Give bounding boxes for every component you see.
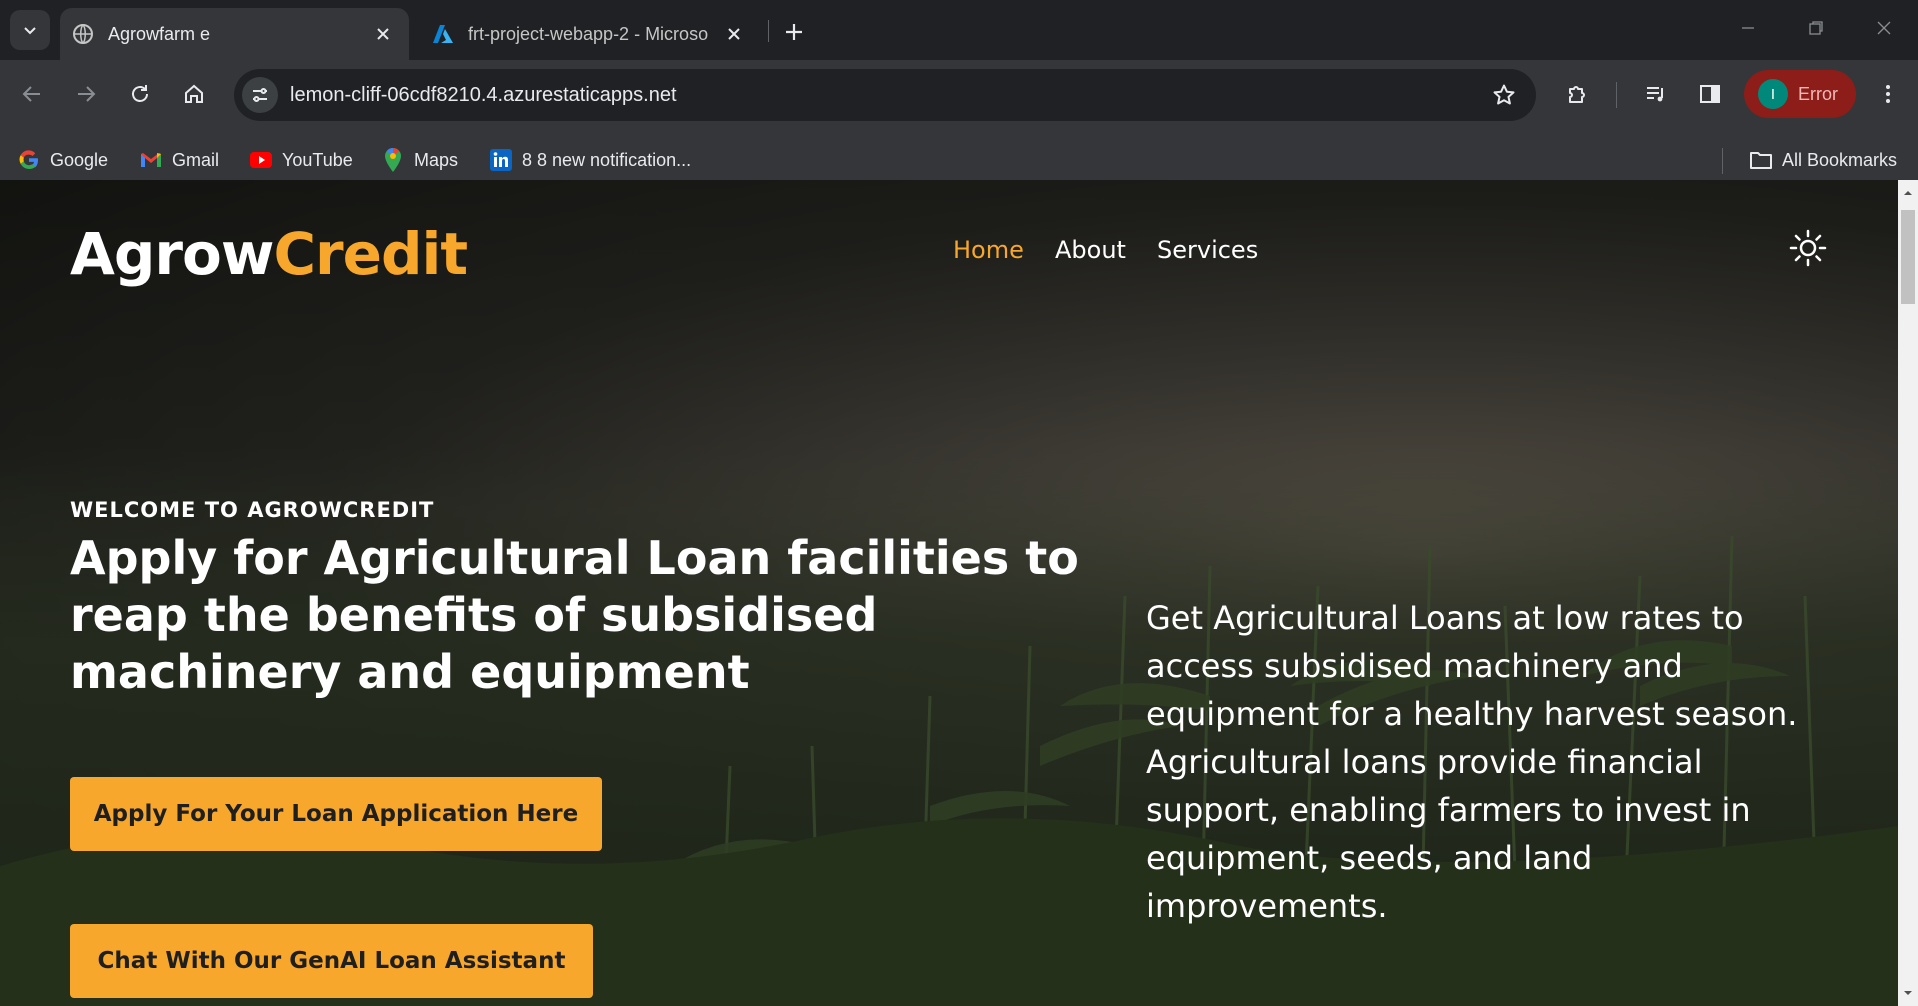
plus-icon bbox=[786, 24, 802, 40]
tab-search-button[interactable] bbox=[10, 10, 50, 50]
all-bookmarks-label: All Bookmarks bbox=[1782, 149, 1898, 170]
new-tab-button[interactable] bbox=[776, 14, 812, 50]
chevron-down-icon bbox=[24, 27, 36, 35]
minimize-button[interactable] bbox=[1716, 6, 1780, 50]
bookmark-label: 8 8 new notification... bbox=[522, 149, 692, 170]
globe-icon bbox=[72, 23, 94, 45]
reload-button[interactable] bbox=[118, 72, 162, 116]
page-scrollbar[interactable] bbox=[1898, 180, 1918, 1006]
apply-loan-button[interactable]: Apply For Your Loan Application Here bbox=[70, 777, 602, 851]
close-window-button[interactable] bbox=[1852, 6, 1916, 50]
folder-icon bbox=[1748, 147, 1774, 173]
forward-button[interactable] bbox=[64, 72, 108, 116]
bookmark-star-button[interactable] bbox=[1490, 81, 1518, 109]
nav-about[interactable]: About bbox=[1055, 236, 1126, 264]
hero-description: Get Agricultural Loans at low rates to a… bbox=[1146, 599, 1798, 925]
maps-icon bbox=[380, 147, 406, 173]
profile-button[interactable]: I Error bbox=[1744, 70, 1856, 118]
side-panel-button[interactable] bbox=[1688, 72, 1732, 116]
tune-icon bbox=[253, 88, 267, 102]
toolbar-divider bbox=[1616, 82, 1617, 108]
tab-divider bbox=[768, 20, 769, 42]
bookmark-label: Maps bbox=[414, 149, 459, 170]
address-bar[interactable]: lemon-cliff-06cdf8210.4.azurestaticapps.… bbox=[234, 69, 1536, 121]
linkedin-icon bbox=[488, 147, 514, 173]
puzzle-icon bbox=[1569, 86, 1585, 103]
hero-headline: Apply for Agricultural Loan facilities t… bbox=[70, 531, 1079, 699]
menu-button[interactable] bbox=[1866, 72, 1910, 116]
media-control-button[interactable] bbox=[1634, 72, 1678, 116]
scrollbar-thumb[interactable] bbox=[1901, 210, 1915, 304]
back-button[interactable] bbox=[10, 72, 54, 116]
avatar: I bbox=[1758, 79, 1788, 109]
arrow-right-icon bbox=[78, 86, 96, 102]
bookmark-label: YouTube bbox=[282, 149, 353, 170]
bookmark-maps[interactable]: Maps bbox=[380, 144, 458, 176]
sun-icon bbox=[1789, 229, 1827, 267]
home-button[interactable] bbox=[172, 72, 216, 116]
tab-title: Agrowfarm e bbox=[108, 23, 211, 44]
arrow-left-icon bbox=[22, 86, 40, 102]
nav-services[interactable]: Services bbox=[1157, 236, 1258, 264]
url-text: lemon-cliff-06cdf8210.4.azurestaticapps.… bbox=[290, 84, 677, 106]
bookmark-linkedin[interactable]: 8 8 new notification... bbox=[488, 144, 691, 176]
reload-icon bbox=[132, 85, 148, 102]
profile-status: Error bbox=[1798, 83, 1838, 104]
more-vert-icon bbox=[1886, 85, 1890, 103]
logo-text-primary: Agrow bbox=[70, 220, 274, 288]
chat-assistant-button[interactable]: Chat With Our GenAI Loan Assistant bbox=[70, 924, 593, 998]
close-icon bbox=[1877, 21, 1891, 35]
azure-icon bbox=[432, 23, 454, 45]
logo-text-accent: Credit bbox=[273, 220, 468, 288]
restore-icon bbox=[1809, 21, 1823, 35]
close-icon[interactable] bbox=[720, 20, 748, 48]
browser-titlebar: Agrowfarm e frt-project-webapp-2 - Micro… bbox=[0, 0, 1918, 60]
close-icon[interactable] bbox=[369, 20, 397, 48]
star-icon bbox=[1493, 84, 1515, 105]
site-info-button[interactable] bbox=[242, 77, 278, 113]
bookmark-google[interactable]: Google bbox=[16, 144, 108, 176]
nav-home[interactable]: Home bbox=[953, 236, 1024, 264]
minimize-icon bbox=[1742, 27, 1754, 29]
gmail-icon bbox=[138, 147, 164, 173]
restore-button[interactable] bbox=[1784, 6, 1848, 50]
side-panel-icon bbox=[1700, 85, 1720, 103]
tab-title: frt-project-webapp-2 - Microso bbox=[468, 23, 709, 44]
all-bookmarks-button[interactable]: All Bookmarks bbox=[1748, 144, 1897, 176]
bookmark-label: Google bbox=[50, 149, 109, 170]
theme-toggle-button[interactable] bbox=[1788, 228, 1828, 268]
youtube-icon bbox=[248, 147, 274, 173]
extensions-button[interactable] bbox=[1556, 72, 1600, 116]
hero-section: AgrowCredit Home About Services WELCOME … bbox=[0, 180, 1898, 1006]
hero-eyebrow: WELCOME TO AGROWCREDIT bbox=[70, 498, 435, 522]
tab-frt-project[interactable]: frt-project-webapp-2 - Microso bbox=[420, 8, 760, 60]
queue-music-icon bbox=[1647, 87, 1663, 102]
bookmark-youtube[interactable]: YouTube bbox=[248, 144, 353, 176]
bookmark-label: Gmail bbox=[172, 149, 220, 170]
browser-toolbar: lemon-cliff-06cdf8210.4.azurestaticapps.… bbox=[0, 60, 1918, 190]
bookmark-gmail[interactable]: Gmail bbox=[138, 144, 219, 176]
google-icon bbox=[16, 147, 42, 173]
bookmarks-divider bbox=[1722, 148, 1723, 174]
home-icon bbox=[185, 84, 203, 103]
tab-agrowfarm[interactable]: Agrowfarm e bbox=[60, 8, 409, 60]
scroll-up-icon[interactable] bbox=[1903, 188, 1913, 198]
scroll-down-icon[interactable] bbox=[1903, 988, 1913, 998]
site-logo[interactable]: AgrowCredit bbox=[70, 220, 468, 288]
